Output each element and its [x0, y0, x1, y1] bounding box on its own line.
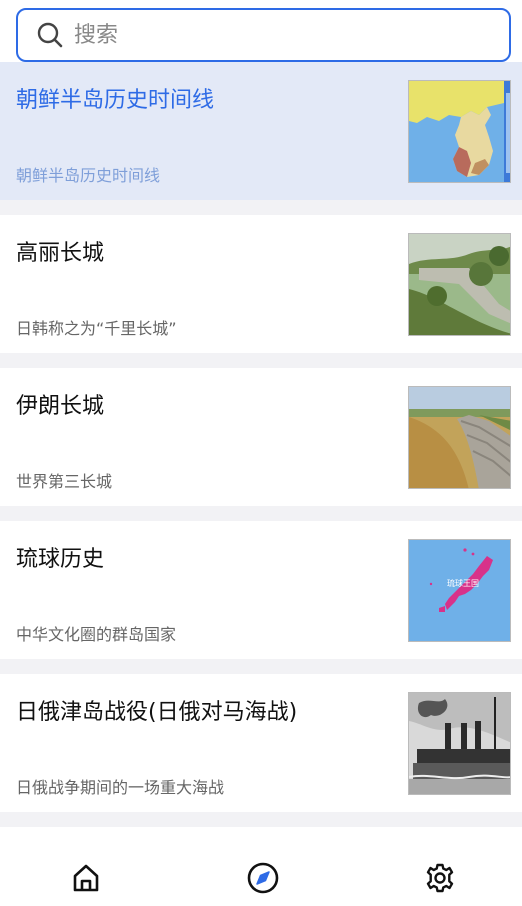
battleship-photo-image: [408, 692, 511, 795]
list-item[interactable]: 高丽长城 日韩称之为“千里长城”: [0, 215, 522, 353]
search-icon: [36, 21, 64, 49]
ryukyu-map-label: 琉球王国: [447, 578, 479, 588]
item-subtitle: 日俄战争期间的一场重大海战: [16, 778, 225, 797]
search-input[interactable]: [74, 22, 474, 48]
wall-field-image: [408, 386, 511, 489]
list-item[interactable]: 伊朗长城 世界第三长城: [0, 368, 522, 506]
gear-icon[interactable]: [420, 858, 460, 898]
item-title: 高丽长城: [16, 241, 105, 266]
home-icon[interactable]: [66, 858, 106, 898]
list-item[interactable]: 日俄津岛战役(日俄对马海战) 日俄战争期间的一场重大海战: [0, 674, 522, 812]
item-subtitle: 日韩称之为“千里长城”: [16, 319, 177, 338]
list-item[interactable]: 朝鲜半岛历史时间线 朝鲜半岛历史时间线: [0, 62, 522, 200]
ryukyu-map-image: 琉球王国: [408, 539, 511, 642]
item-title: 琉球历史: [16, 547, 105, 572]
compass-icon[interactable]: [243, 858, 283, 898]
item-subtitle: 世界第三长城: [16, 472, 113, 491]
item-title: 伊朗长城: [16, 394, 105, 419]
wall-photo-image: [408, 233, 511, 336]
item-title: 日俄津岛战役(日俄对马海战): [16, 700, 298, 725]
bottom-navbar: [0, 830, 522, 906]
list-item[interactable]: 琉球历史 中华文化圈的群岛国家 琉球王国: [0, 521, 522, 659]
item-subtitle: 中华文化圈的群岛国家: [16, 625, 177, 644]
item-title: 朝鲜半岛历史时间线: [16, 88, 215, 113]
search-bar: [0, 0, 522, 62]
item-subtitle: 朝鲜半岛历史时间线: [16, 166, 161, 185]
search-box[interactable]: [16, 8, 511, 62]
korea-map-image: [408, 80, 511, 183]
